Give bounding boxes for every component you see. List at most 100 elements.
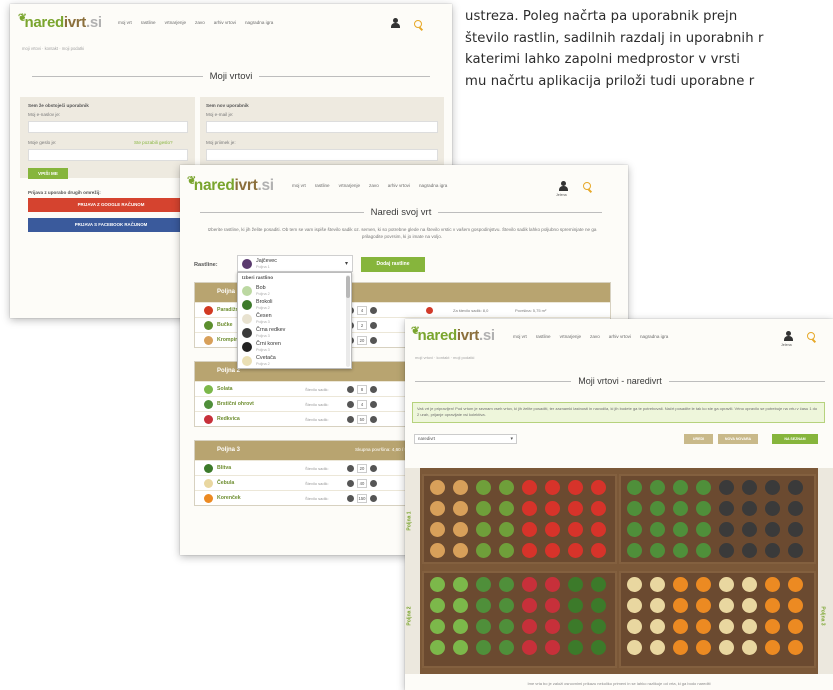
nav-item[interactable]: moj vrt (292, 183, 306, 188)
plant-icon (430, 501, 445, 516)
dropdown-item[interactable]: Cvetača Poljna 2 (242, 354, 338, 368)
search-icon[interactable] (583, 182, 591, 190)
nav-item[interactable]: nagradna igra (245, 20, 273, 25)
edit-button[interactable]: UREDI (684, 434, 713, 444)
nav-item[interactable]: vrtnarjenje (165, 20, 186, 25)
email-field[interactable] (28, 121, 188, 133)
user-name[interactable]: Jelena (781, 343, 792, 347)
email-label: Moj e-naslov je: (28, 112, 61, 117)
nav-item[interactable]: arhiv vrtovi (388, 183, 410, 188)
password-field[interactable] (28, 149, 188, 161)
user-name[interactable]: Jelena (556, 193, 567, 197)
plant-label: Rastline: (194, 262, 218, 268)
plus-button[interactable] (370, 401, 377, 408)
plus-button[interactable] (370, 416, 377, 423)
plus-button[interactable] (370, 480, 377, 487)
plant-icon (788, 577, 803, 592)
count-value[interactable]: 20 (357, 336, 367, 345)
count-value[interactable]: 8 (357, 385, 367, 394)
minus-button[interactable] (347, 480, 354, 487)
minus-button[interactable] (347, 465, 354, 472)
plant-icon (204, 479, 213, 488)
nav-item[interactable]: arhiv vrtovi (214, 20, 236, 25)
count-value[interactable]: 150 (357, 494, 367, 503)
plant-icon (627, 577, 642, 592)
dropdown-item[interactable]: Črna redkev Poljna 3 (242, 326, 338, 341)
row-stat: Površina: 5,75 m² (515, 308, 547, 313)
dropdown-item[interactable]: Bob Poljna 2 (242, 284, 338, 299)
site-header: ❦naredivrt.si moj vrt rastline vrtnarjen… (405, 319, 833, 353)
search-icon[interactable] (807, 332, 815, 340)
plus-button[interactable] (370, 495, 377, 502)
article-text: ustreza. Poleg načrta pa uporabnik prejn… (465, 6, 833, 92)
minus-button[interactable] (347, 386, 354, 393)
plant-icon (719, 598, 734, 613)
remove-icon[interactable] (426, 307, 433, 314)
plant-icon (522, 522, 537, 537)
nav-item[interactable]: vrtnarjenje (560, 334, 581, 339)
facebook-login-button[interactable]: PRIJAVA S FACEBOOK RAČUNOM (28, 218, 194, 232)
site-logo[interactable]: ❦naredivrt.si (411, 325, 495, 344)
plant-name: Krompir (217, 337, 238, 343)
count-value[interactable]: 40 (357, 479, 367, 488)
google-login-button[interactable]: PRIJAVA Z GOOGLE RAČUNOM (28, 198, 194, 212)
nav-item[interactable]: nagradna igra (640, 334, 668, 339)
nav-item[interactable]: rastline (315, 183, 330, 188)
plant-icon (568, 501, 583, 516)
plus-button[interactable] (370, 465, 377, 472)
add-plant-button[interactable]: Dodaj rastline (361, 257, 425, 272)
plant-dropdown[interactable]: Izberi rastlino Bob Poljna 2 Brokoli Poljna… (237, 272, 352, 369)
forgot-password-link[interactable]: Ste pozabili geslo? (134, 140, 173, 145)
plus-button[interactable] (370, 307, 377, 314)
plant-icon (742, 501, 757, 516)
site-logo[interactable]: ❦naredivrt.si (187, 175, 274, 195)
new-name-field[interactable] (206, 149, 438, 161)
nav-item[interactable]: arhiv vrtovi (609, 334, 631, 339)
nav-item[interactable]: rastline (536, 334, 551, 339)
nav-item[interactable]: zavo (195, 20, 205, 25)
plant-icon (204, 400, 213, 409)
minus-button[interactable] (347, 495, 354, 502)
plus-button[interactable] (370, 337, 377, 344)
nav-item[interactable]: vrtnarjenje (339, 183, 360, 188)
plant-select[interactable]: Jajčevec Poljna 1 ▾ (237, 255, 353, 272)
back-to-list-button[interactable]: NA SEZNAM (772, 434, 818, 444)
plant-icon (673, 640, 688, 655)
minus-button[interactable] (347, 401, 354, 408)
plant-icon (627, 619, 642, 634)
count-value[interactable]: 50 (357, 415, 367, 424)
minus-button[interactable] (347, 416, 354, 423)
count-value[interactable]: 2 (357, 321, 367, 330)
user-icon[interactable] (559, 181, 568, 192)
login-button[interactable]: VPIŠI ME (28, 168, 68, 179)
nav-item[interactable]: rastline (141, 20, 156, 25)
nav-item[interactable]: zavo (369, 183, 379, 188)
article-line: katerimi lahko zapolni medprostor v vrst… (465, 52, 741, 67)
plant-name: Blitva (217, 465, 232, 471)
plant-icon (476, 480, 491, 495)
dropdown-item[interactable]: Česen Poljna 3 (242, 312, 338, 327)
new-garden-button[interactable]: NOVA NOVARA (718, 434, 758, 444)
dropdown-item[interactable]: Brokoli Poljna 2 (242, 298, 338, 313)
user-icon[interactable] (784, 331, 793, 342)
plant-icon (627, 640, 642, 655)
dropdown-scroll-thumb[interactable] (346, 276, 350, 298)
dropdown-item[interactable]: Črni koren Poljna 3 (242, 340, 338, 355)
user-icon[interactable] (391, 18, 400, 29)
count-value[interactable]: 20 (357, 464, 367, 473)
plant-icon (788, 598, 803, 613)
search-icon[interactable] (414, 20, 422, 28)
count-value[interactable]: 4 (357, 400, 367, 409)
plus-button[interactable] (370, 322, 377, 329)
site-logo[interactable]: ❦naredivrt.si (18, 12, 102, 31)
count-value[interactable]: 4 (357, 306, 367, 315)
nav-item[interactable]: zavo (590, 334, 600, 339)
nav-item[interactable]: moj vrt (513, 334, 527, 339)
new-email-field[interactable] (206, 121, 438, 133)
plus-button[interactable] (370, 386, 377, 393)
nav-item[interactable]: moj vrt (118, 20, 132, 25)
plant-icon (476, 598, 491, 613)
nav-item[interactable]: nagradna igra (419, 183, 447, 188)
garden-select[interactable]: naredivrt (414, 434, 517, 444)
plant-icon (453, 598, 468, 613)
